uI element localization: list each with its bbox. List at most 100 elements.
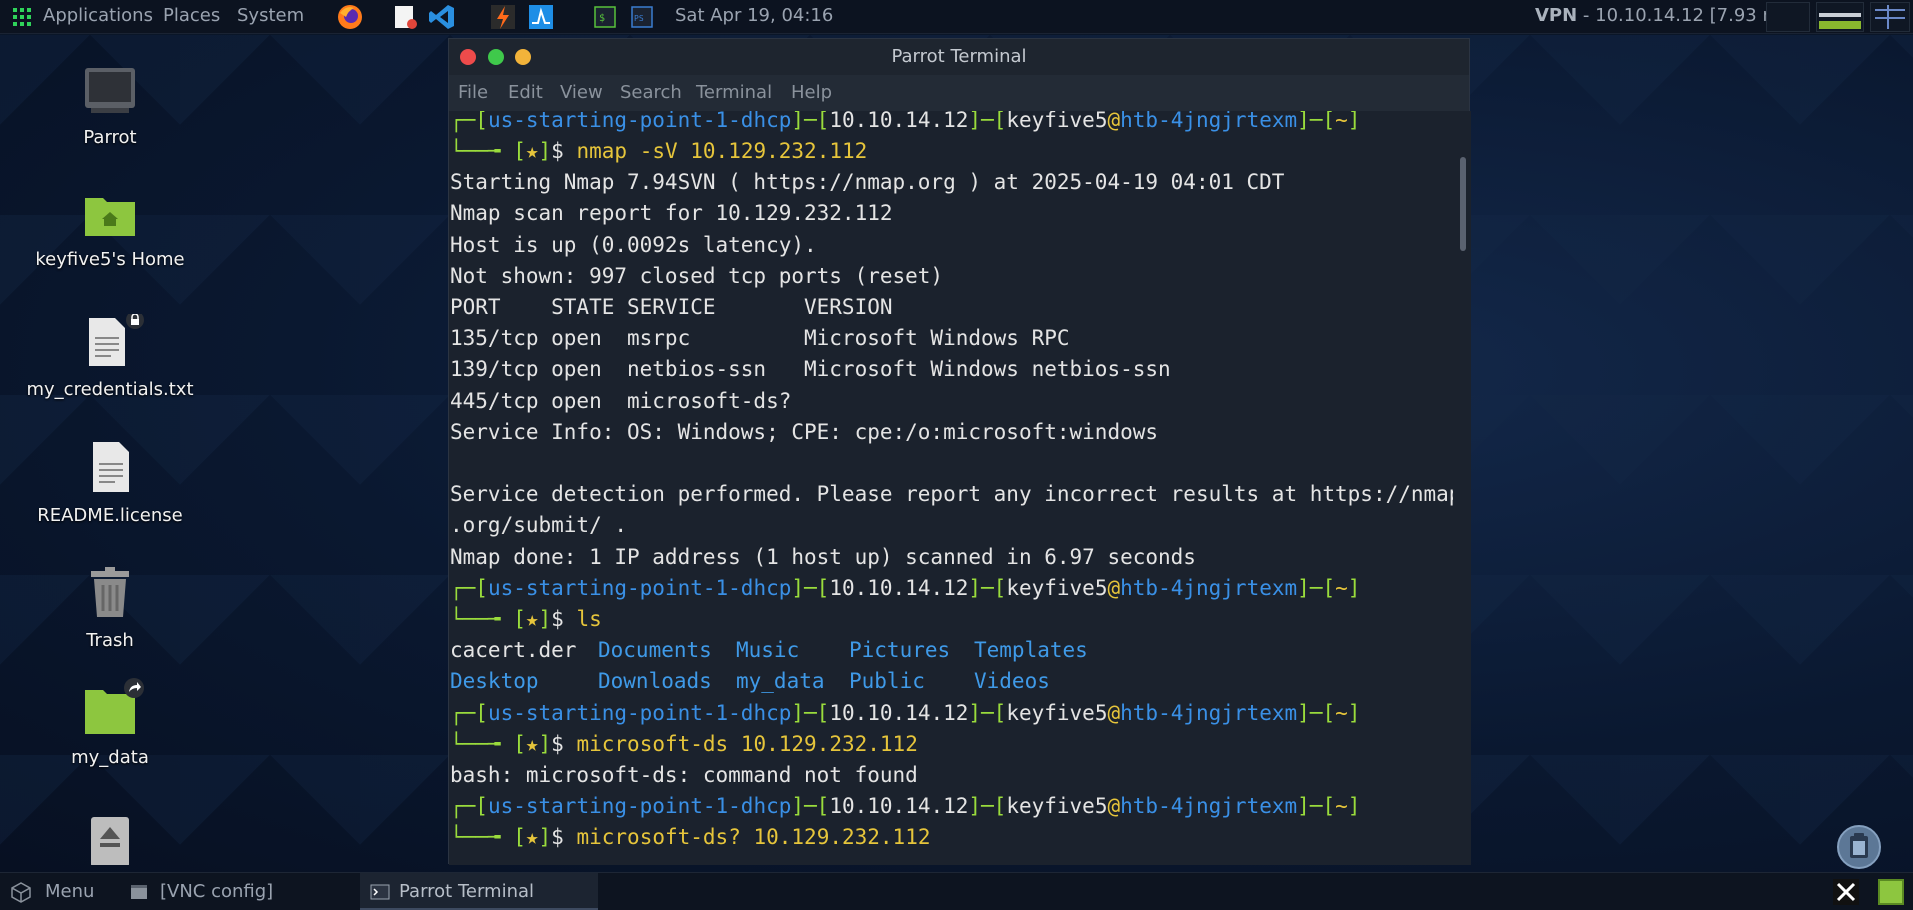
clipboard-button[interactable]: [1837, 825, 1881, 869]
task-parrot-terminal[interactable]: Parrot Terminal: [360, 873, 598, 910]
ls-item: cacert.der: [450, 638, 577, 662]
prompt-line: ┌─[us-starting-point-1-dhcp]─[10.10.14.1…: [450, 701, 1361, 725]
vpn-value: - 10.10.14.12 [7.93 ms]: [1577, 5, 1797, 26]
text-file-icon: [93, 442, 129, 492]
burp-icon[interactable]: [489, 3, 517, 31]
terminal-window: Parrot Terminal File Edit View Search Te…: [448, 38, 1471, 865]
output-line: Host is up (0.0092s latency).: [450, 233, 817, 257]
output-line: 139/tcp open netbios-ssn Microsoft Windo…: [450, 357, 1171, 381]
terminal-icon[interactable]: $: [594, 6, 616, 28]
workspace-1[interactable]: [1766, 2, 1810, 32]
prompt-line: ┌─[us-starting-point-1-dhcp]─[10.10.14.1…: [450, 111, 1361, 132]
desktop-icon-credentials[interactable]: my_credentials.txt: [10, 311, 210, 400]
desktop-icon-home[interactable]: keyfive5's Home: [10, 192, 210, 270]
command-line: └──╼ [★]$ nmap -sV 10.129.232.112: [450, 139, 868, 163]
menu-view[interactable]: View: [560, 82, 603, 103]
prompt-line: ┌─[us-starting-point-1-dhcp]─[10.10.14.1…: [450, 576, 1361, 600]
ls-item: Desktop: [450, 669, 539, 693]
text-file-icon: [89, 311, 144, 366]
clock[interactable]: Sat Apr 19, 04:16: [675, 5, 833, 26]
desktop-icon-label: Trash: [86, 630, 134, 651]
task-vnc-config[interactable]: [VNC config]: [160, 881, 273, 902]
ls-item: Public: [849, 669, 925, 693]
terminal-output[interactable]: ┌─[us-starting-point-1-dhcp]─[10.10.14.1…: [449, 111, 1453, 865]
firefox-icon[interactable]: [336, 3, 364, 31]
desktop-icon-trash[interactable]: Trash: [10, 565, 210, 651]
command-line: └──╼ [★]$ microsoft-ds 10.129.232.112: [450, 732, 918, 756]
terminal-scrollbar[interactable]: [1453, 111, 1471, 865]
command-line: └──╼ [★]$ ls: [450, 607, 602, 631]
bottom-panel: Menu [VNC config] Parrot Terminal: [0, 872, 1913, 910]
menu-file[interactable]: File: [458, 82, 488, 103]
menu-help[interactable]: Help: [791, 82, 832, 103]
monitor-icon[interactable]: [527, 3, 555, 31]
top-panel: Applications Places System $ PS Sat Apr …: [0, 0, 1913, 34]
desktop-icon-label: Parrot: [83, 127, 137, 148]
ls-item: Music: [736, 638, 800, 662]
output-line: Nmap scan report for 10.129.232.112: [450, 201, 893, 225]
clipboard-icon: [1850, 833, 1868, 858]
menu-edit[interactable]: Edit: [508, 82, 543, 103]
ls-item: Templates: [974, 638, 1088, 662]
applications-menu[interactable]: Applications: [43, 5, 153, 26]
trash-icon: [91, 567, 129, 617]
output-line: 135/tcp open msrpc Microsoft Windows RPC: [450, 326, 1070, 350]
cpu-graph: [1819, 21, 1861, 29]
output-line: PORT STATE SERVICE VERSION: [450, 295, 893, 319]
error-line: bash: microsoft-ds: command not found: [450, 763, 918, 787]
applications-grid-icon[interactable]: [13, 8, 31, 26]
output-line: Nmap done: 1 IP address (1 host up) scan…: [450, 545, 1196, 569]
menu-button[interactable]: Menu: [45, 881, 94, 902]
task-label: Parrot Terminal: [399, 881, 535, 902]
ls-item: Pictures: [849, 638, 951, 662]
vpn-label: VPN: [1535, 5, 1578, 26]
terminal-menubar: File Edit View Search Terminal Help: [449, 75, 1469, 111]
svg-text:$: $: [599, 13, 605, 24]
computer-icon: [85, 68, 135, 113]
workspace-2[interactable]: [1816, 2, 1864, 32]
menu-search[interactable]: Search: [620, 82, 682, 103]
desktop-icon-label: my_credentials.txt: [26, 379, 194, 400]
network-graph[interactable]: [1870, 2, 1910, 32]
desktop-icon-my-data[interactable]: my_data: [10, 676, 210, 768]
window-icon: [131, 885, 147, 899]
desktop-icon-readme[interactable]: README.license: [10, 440, 210, 526]
output-line: Not shown: 997 closed tcp ports (reset): [450, 264, 944, 288]
desktop-icon-parrot[interactable]: Parrot: [10, 66, 210, 148]
output-line: Service Info: OS: Windows; CPE: cpe:/o:m…: [450, 420, 1159, 444]
menu-terminal[interactable]: Terminal: [696, 82, 772, 103]
powershell-icon[interactable]: PS: [631, 6, 653, 28]
ls-item: Videos: [974, 669, 1050, 693]
ls-item: Documents: [598, 638, 712, 662]
command-line: └──╼ [★]$ microsoft-ds? 10.129.232.112: [450, 825, 931, 849]
terminal-icon: [370, 884, 390, 900]
terminal-titlebar[interactable]: Parrot Terminal: [449, 39, 1469, 75]
output-line: Service detection performed. Please repo…: [450, 482, 1453, 506]
minimize-button[interactable]: [515, 49, 531, 65]
svg-text:PS: PS: [634, 14, 644, 23]
mem-graph: [1819, 13, 1861, 17]
close-button[interactable]: [460, 49, 476, 65]
output-line: 445/tcp open microsoft-ds?: [450, 389, 792, 413]
maximize-button[interactable]: [488, 49, 504, 65]
desktop-icon-label: my_data: [71, 747, 149, 768]
show-desktop-button[interactable]: [1878, 879, 1904, 905]
folder-link-icon: [85, 678, 144, 734]
output-line: .org/submit/ .: [450, 513, 628, 537]
desktop-icon-label: README.license: [37, 505, 183, 526]
scrollbar-thumb[interactable]: [1460, 157, 1466, 251]
desktop-icon-drive[interactable]: [10, 815, 210, 865]
window-title: Parrot Terminal: [891, 46, 1027, 67]
system-menu[interactable]: System: [237, 5, 304, 26]
desktop-icon-label: keyfive5's Home: [35, 249, 185, 270]
places-menu[interactable]: Places: [163, 5, 220, 26]
home-folder-icon: [85, 198, 135, 236]
ls-item: Downloads: [598, 669, 712, 693]
close-icon[interactable]: [1833, 879, 1859, 905]
vscode-icon[interactable]: [428, 3, 456, 31]
text-editor-icon[interactable]: [391, 3, 419, 31]
ls-item: my_data: [736, 669, 825, 693]
vpn-status: VPN - 10.10.14.12 [7.93 ms]: [1535, 5, 1796, 26]
prompt-line: ┌─[us-starting-point-1-dhcp]─[10.10.14.1…: [450, 794, 1361, 818]
menu-cube-icon[interactable]: [10, 881, 32, 903]
